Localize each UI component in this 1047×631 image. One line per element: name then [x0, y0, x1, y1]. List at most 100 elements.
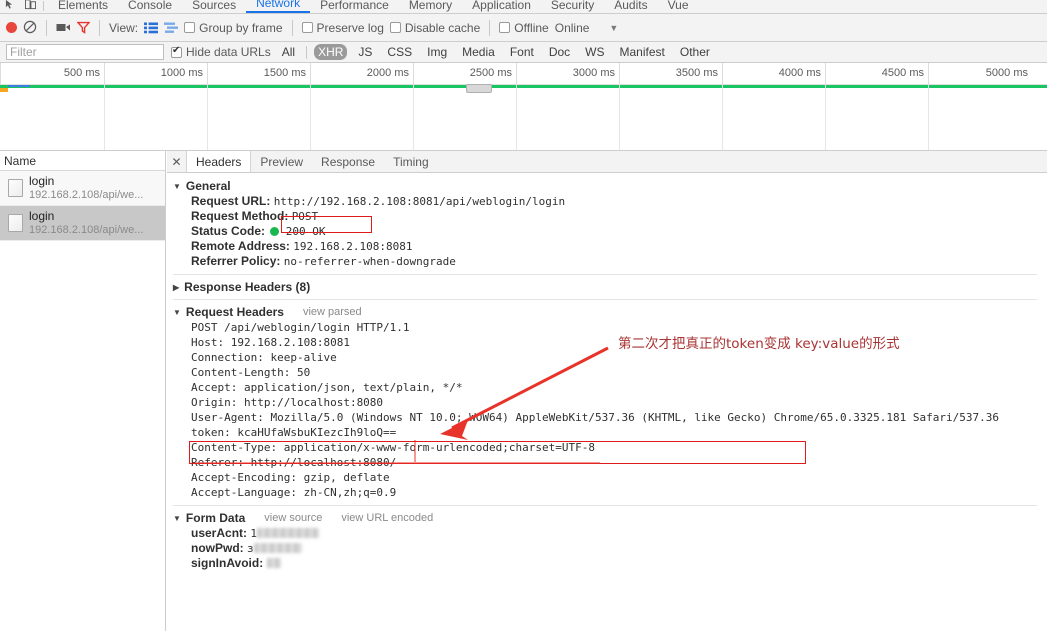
list-view-icon[interactable] [144, 22, 159, 34]
tab-elements[interactable]: Elements [48, 0, 118, 13]
tab-memory[interactable]: Memory [399, 0, 462, 13]
request-name: login [29, 209, 55, 223]
request-text: login 192.168.2.108/api/we... [29, 174, 143, 202]
section-general-title: General [185, 179, 231, 193]
section-form-data-title: Form Data [185, 511, 246, 525]
section-request-headers-header[interactable]: ▼ Request Headers view parsed [173, 305, 1047, 319]
disable-cache-label: Disable cache [404, 20, 481, 35]
disable-cache-checkbox[interactable]: Disable cache [389, 20, 481, 35]
filter-input[interactable] [6, 44, 164, 60]
tab-audits[interactable]: Audits [604, 0, 657, 13]
redacted-value [266, 558, 281, 568]
ruler-tick-label: 1000 ms [160, 67, 203, 79]
network-overview[interactable]: 500 ms 1000 ms 1500 ms 2000 ms 2500 ms 3… [0, 63, 1047, 151]
tab-vue[interactable]: Vue [658, 0, 699, 13]
request-header-line: Accept-Language: zh-CN,zh;q=0.9 [191, 486, 397, 499]
filter-type-font[interactable]: Font [506, 44, 538, 60]
toolbar-divider-1 [46, 19, 47, 36]
general-row-referrer-policy: Referrer Policy: no-referrer-when-downgr… [173, 254, 1047, 269]
preserve-log-label: Preserve log [316, 20, 384, 35]
section-response-headers-header[interactable]: ▶ Response Headers (8) [173, 280, 1047, 294]
section-request-headers-title: Request Headers [185, 305, 284, 319]
waterfall-view-icon[interactable] [164, 22, 179, 34]
section-general-header[interactable]: ▼ General [173, 179, 1047, 193]
request-header-line: POST /api/weblogin/login HTTP/1.1 [191, 321, 410, 334]
inspect-element-icon[interactable] [5, 0, 16, 12]
ruler-tick-label: 3500 ms [675, 67, 718, 79]
ruler-tick-label: 2500 ms [469, 67, 512, 79]
filter-type-ws[interactable]: WS [581, 44, 608, 60]
toolbar-divider-3 [291, 19, 293, 36]
chevron-down-icon: ▼ [173, 181, 181, 191]
section-form-data-header[interactable]: ▼ Form Data view source view URL encoded [173, 511, 1047, 525]
filter-type-manifest[interactable]: Manifest [616, 44, 669, 60]
filter-type-other[interactable]: Other [676, 44, 714, 60]
tab-preview[interactable]: Preview [251, 151, 312, 172]
preserve-log-checkbox[interactable]: Preserve log [301, 20, 384, 35]
ruler-tick: 3000 ms [516, 63, 619, 85]
view-parsed-button[interactable]: view parsed [303, 306, 362, 318]
hide-data-urls-checkbox[interactable]: Hide data URLs [171, 45, 271, 59]
ruler-tick: 2500 ms [413, 63, 516, 85]
tab-performance[interactable]: Performance [310, 0, 399, 13]
filter-type-doc[interactable]: Doc [545, 44, 574, 60]
group-by-frame-label: Group by frame [199, 20, 283, 35]
disable-cache-box[interactable] [389, 22, 401, 33]
tab-network[interactable]: Network [246, 0, 311, 13]
request-header-line: Origin: http://localhost:8080 [191, 396, 384, 409]
tab-headers[interactable]: Headers [187, 151, 252, 172]
tab-console[interactable]: Console [118, 0, 182, 13]
filter-type-css[interactable]: CSS [383, 44, 416, 60]
tab-application[interactable]: Application [462, 0, 541, 13]
devtools-network-panel: Elements Console Sources Network Perform… [0, 0, 1047, 631]
key-label: userAcnt: [191, 526, 248, 540]
device-toolbar-icon[interactable] [25, 0, 36, 12]
request-url: 192.168.2.108/api/we... [29, 224, 144, 236]
offline-box[interactable] [499, 22, 511, 33]
tab-timing[interactable]: Timing [384, 151, 438, 172]
devtools-tabstrip: Elements Console Sources Network Perform… [0, 0, 1047, 14]
clear-icon[interactable] [23, 20, 37, 36]
overview-waterfall[interactable] [0, 85, 1047, 150]
column-header-name[interactable]: Name [0, 151, 165, 171]
section-divider [173, 299, 1037, 300]
offline-label: Offline [514, 20, 549, 35]
general-row-remote-address: Remote Address: 192.168.2.108:8081 [173, 239, 1047, 254]
view-url-encoded-button[interactable]: view URL encoded [341, 512, 433, 524]
tab-security[interactable]: Security [541, 0, 604, 13]
ruler-tick-label: 1500 ms [263, 67, 306, 79]
table-row[interactable]: login 192.168.2.108/api/we... [0, 171, 165, 206]
filter-type-all[interactable]: All [278, 44, 299, 60]
request-header-line-content-type: Content-Type: application/x-www-form-url… [191, 441, 595, 454]
funnel-icon[interactable] [77, 21, 90, 34]
view-label: View: [109, 20, 139, 35]
filter-type-img[interactable]: Img [423, 44, 451, 60]
request-header-line-token: token: kcaHUfaWsbuKIezcIh9loQ== [191, 426, 397, 439]
close-icon[interactable]: ✕ [167, 151, 187, 172]
throttling-select[interactable]: Online [555, 21, 590, 35]
camera-icon[interactable] [56, 22, 71, 33]
table-row[interactable]: login 192.168.2.108/api/we... [0, 206, 165, 241]
request-header-line: Accept: application/json, text/plain, */… [191, 381, 463, 394]
devtools-tabs: Elements Console Sources Network Perform… [48, 0, 699, 13]
chevron-down-icon: ▼ [173, 307, 181, 317]
preserve-log-box[interactable] [301, 22, 313, 33]
group-by-frame-checkbox[interactable]: Group by frame [184, 20, 283, 35]
chevron-down-icon[interactable]: ▼ [609, 23, 618, 33]
group-by-frame-box[interactable] [184, 22, 196, 33]
hide-data-urls-box[interactable] [171, 45, 182, 58]
overview-resize-handle[interactable] [466, 84, 492, 93]
offline-checkbox[interactable]: Offline [499, 20, 549, 35]
key-label: Remote Address: [191, 239, 290, 253]
ruler-tick: 1500 ms [207, 63, 310, 85]
filter-type-media[interactable]: Media [458, 44, 499, 60]
view-source-button[interactable]: view source [264, 512, 322, 524]
key-label: Status Code: [191, 224, 266, 238]
tab-response[interactable]: Response [312, 151, 384, 172]
filter-type-js[interactable]: JS [354, 44, 376, 60]
tab-sources[interactable]: Sources [182, 0, 246, 13]
section-response-headers-title: Response Headers (8) [184, 280, 311, 294]
record-icon[interactable] [6, 22, 17, 33]
filter-type-xhr[interactable]: XHR [314, 44, 348, 60]
value-label: POST [291, 210, 319, 223]
